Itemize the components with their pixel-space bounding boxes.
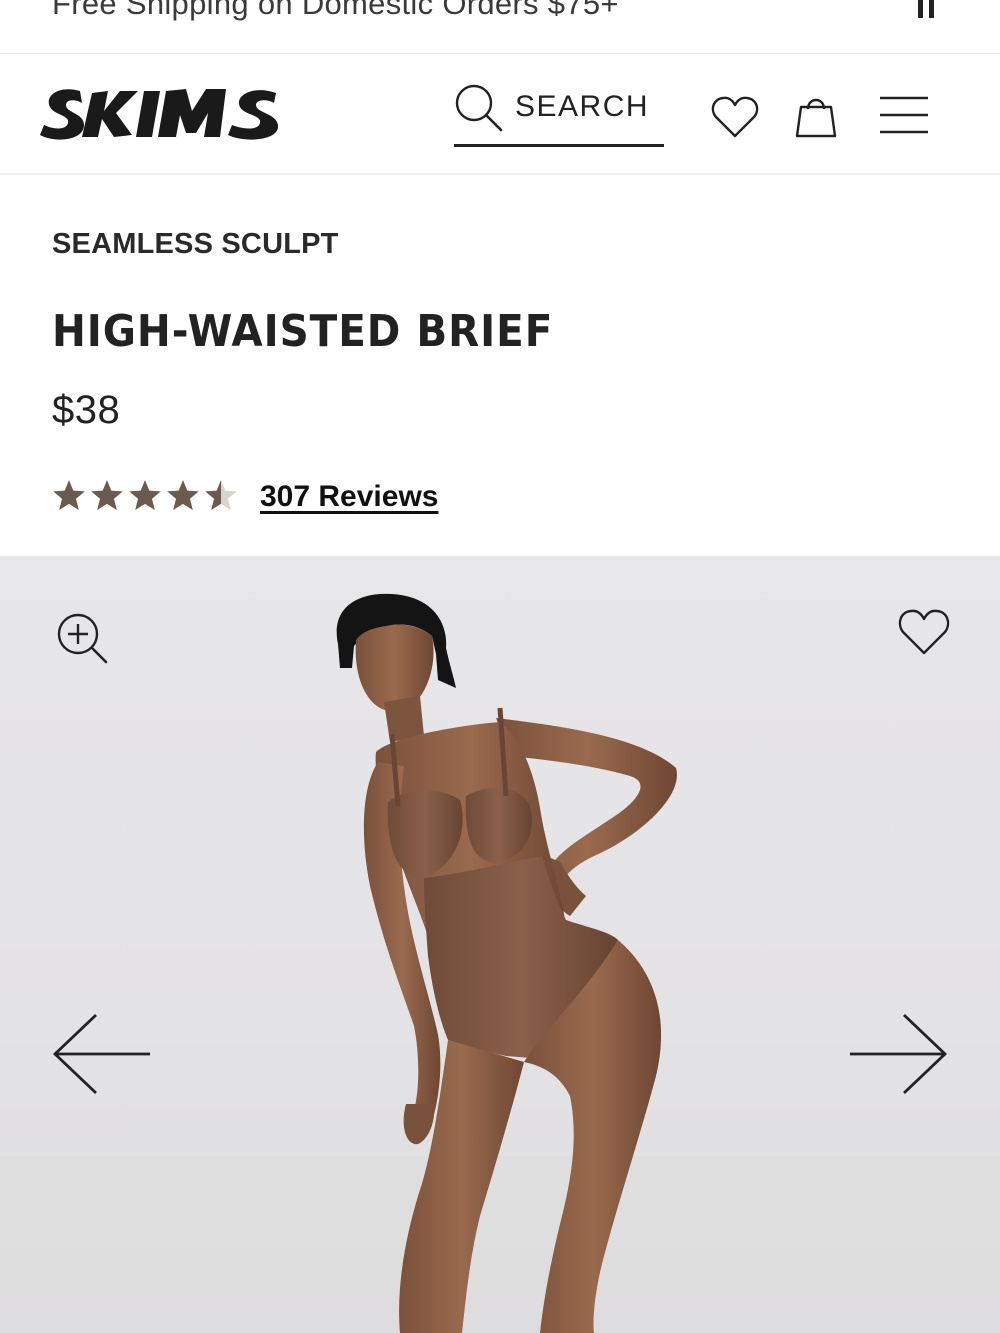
- star-rating[interactable]: [52, 476, 238, 516]
- collection-name[interactable]: SEAMLESS SCULPT: [52, 228, 339, 261]
- search-label: SEARCH: [515, 90, 650, 123]
- star-5-half: [205, 480, 237, 510]
- product-title: HIGH-WAISTED BRIEF: [52, 306, 554, 357]
- star-3: [129, 480, 161, 510]
- promo-text: Free Shipping on Domestic Orders $75+: [52, 0, 619, 21]
- search-bar[interactable]: SEARCH: [454, 81, 664, 147]
- menu-icon[interactable]: [878, 95, 930, 135]
- heart-icon[interactable]: [711, 95, 759, 139]
- product-photo: [0, 593, 1000, 1333]
- site-header: SEARCH: [0, 55, 1000, 175]
- star-4: [167, 480, 199, 510]
- promo-bar: Free Shipping on Domestic Orders $75+: [0, 0, 1000, 54]
- skims-logo[interactable]: [40, 81, 290, 143]
- search-icon: [455, 84, 503, 132]
- star-1: [53, 480, 85, 510]
- heart-icon[interactable]: [898, 608, 950, 656]
- bag-icon[interactable]: [793, 93, 839, 139]
- arrow-right-icon[interactable]: [848, 1012, 948, 1096]
- zoom-in-icon[interactable]: [56, 612, 108, 664]
- product-gallery[interactable]: [0, 556, 1000, 1333]
- pause-icon[interactable]: [918, 0, 942, 20]
- product-price: $38: [52, 388, 121, 432]
- star-2: [91, 480, 123, 510]
- arrow-left-icon[interactable]: [52, 1012, 152, 1096]
- reviews-link[interactable]: 307 Reviews: [260, 480, 438, 514]
